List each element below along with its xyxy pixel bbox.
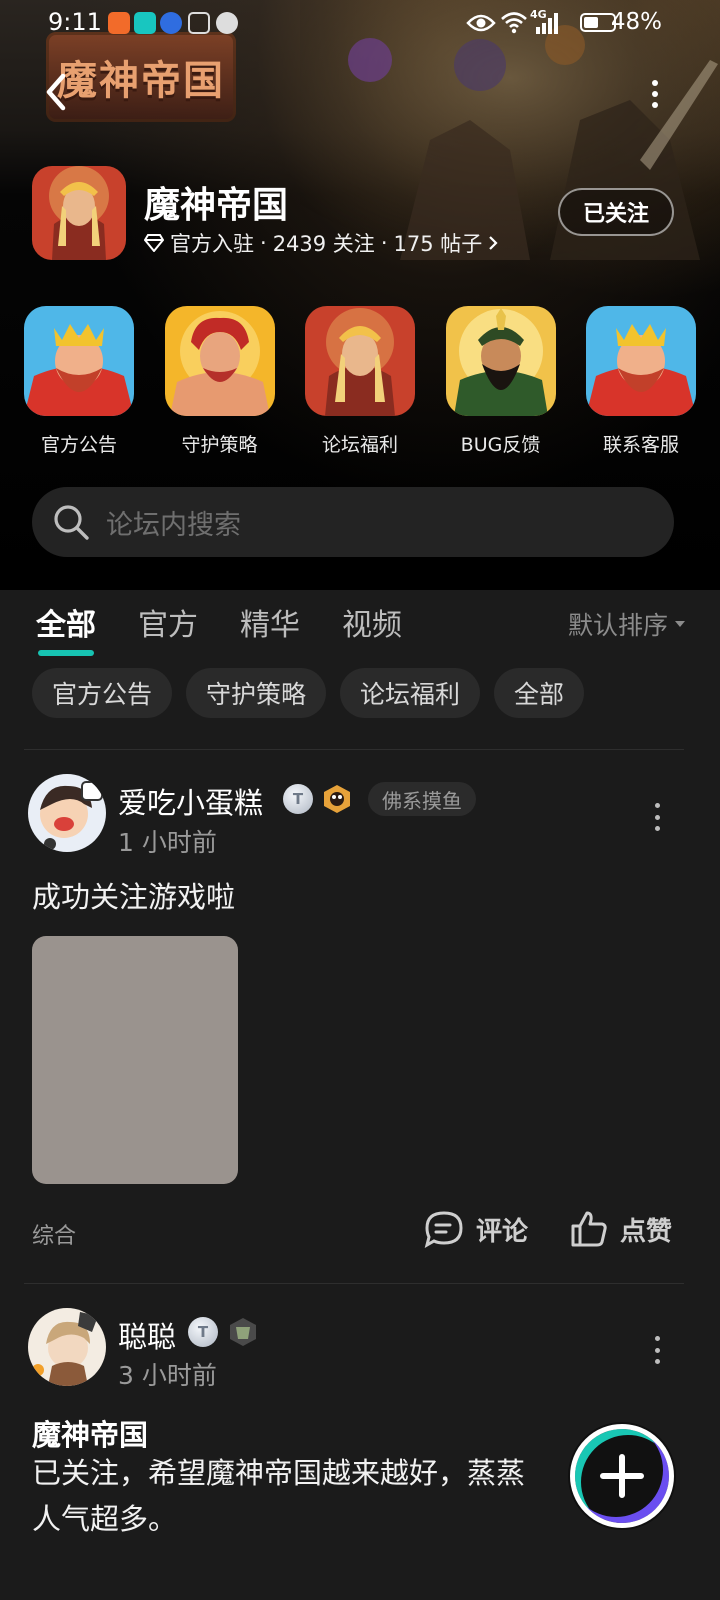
comment-icon [424, 1211, 463, 1248]
post-category[interactable]: 综合 [32, 1218, 76, 1250]
avatar[interactable] [28, 774, 106, 852]
username[interactable]: 聪聪 [118, 1314, 176, 1356]
create-post-button[interactable] [570, 1424, 674, 1528]
plus-icon [600, 1454, 644, 1498]
user-avatar-icon [28, 774, 106, 852]
avatar[interactable] [28, 1308, 106, 1386]
post-text: 成功关注游戏啦 [32, 880, 236, 914]
post-menu-button[interactable] [652, 1336, 662, 1364]
post-image[interactable] [32, 936, 238, 1184]
post-menu-button[interactable] [652, 803, 662, 831]
achievement-badge-icon [230, 1318, 256, 1346]
post-time: 3 小时前 [118, 1361, 217, 1390]
user-avatar-icon [28, 1308, 106, 1386]
thumbs-up-icon [571, 1211, 607, 1247]
username[interactable]: 爱吃小蛋糕 [118, 780, 263, 822]
post-title: 魔神帝国 [32, 1418, 149, 1452]
comment-label: 评论 [476, 1216, 529, 1247]
post-text: 已关注，希望魔神帝国越来越好，蒸蒸 [32, 1456, 526, 1490]
post-card[interactable]: 爱吃小蛋糕 T 佛系摸鱼 1 小时前 成功关注游戏啦 综合 评论 点赞 [0, 0, 720, 1284]
level-badge-icon: T [283, 784, 313, 814]
achievement-badge-icon [324, 785, 350, 813]
comment-button[interactable]: 评论 [424, 1210, 528, 1248]
user-title-tag: 佛系摸鱼 [368, 782, 476, 816]
like-button[interactable]: 点赞 [570, 1210, 672, 1248]
level-badge-icon: T [188, 1317, 218, 1347]
like-label: 点赞 [620, 1216, 673, 1247]
post-text: 人气超多。 [32, 1502, 178, 1536]
post-time: 1 小时前 [118, 828, 217, 857]
